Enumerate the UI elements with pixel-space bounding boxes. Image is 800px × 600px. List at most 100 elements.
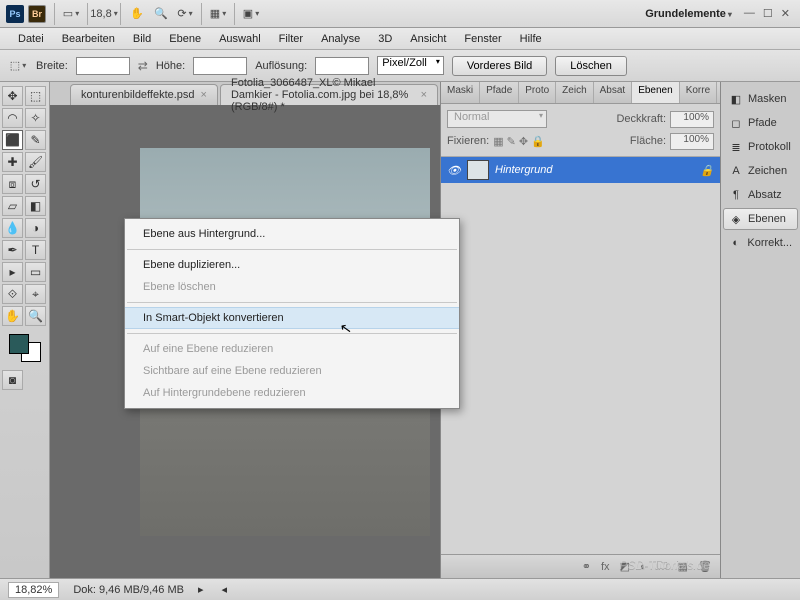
height-input[interactable] [193, 57, 247, 75]
dock-absatz[interactable]: ¶Absatz [723, 184, 798, 206]
lasso-tool-icon[interactable]: ◠ [2, 108, 23, 128]
opacity-input[interactable]: 100% [670, 111, 714, 128]
toolbox: ✥⬚ ◠✧ ⬛✎ ✚🖌 ⧈↺ ▱◧ 💧◑ ✒T ▸▭ ⟐⌖ ✋🔍 ◙ [0, 82, 50, 578]
opacity-label: Deckkraft: [616, 113, 666, 125]
dock-korrekt[interactable]: ◐Korrekt... [723, 232, 798, 254]
link-layers-icon[interactable]: ⚭ [582, 560, 591, 573]
type-tool-icon[interactable]: T [25, 240, 46, 260]
hand-tool-icon[interactable]: ✋ [127, 5, 147, 23]
ctx-hintergrund-reduzieren: Auf Hintergrundebene reduzieren [125, 382, 459, 404]
scroll-left-icon[interactable]: ◂ [222, 583, 228, 596]
panel-tab-ebenen[interactable]: Ebenen [632, 82, 679, 103]
layer-fx-icon[interactable]: fx [601, 561, 610, 573]
dock-label: Korrekt... [747, 237, 792, 249]
panel-tab[interactable]: Proto [519, 82, 556, 103]
rotate-view-icon[interactable]: ⟳ [175, 5, 195, 23]
ctx-smartobjekt-konvertieren[interactable]: In Smart-Objekt konvertieren [125, 307, 459, 329]
marquee-tool-icon[interactable]: ⬚ [25, 86, 46, 106]
gradient-tool-icon[interactable]: ◧ [25, 196, 46, 216]
move-tool-icon[interactable]: ✥ [2, 86, 23, 106]
panel-tab[interactable]: Absat [594, 82, 633, 103]
zoom-level-dropdown[interactable]: 18,8 [94, 5, 114, 23]
status-dropdown-icon[interactable]: ▸ [198, 583, 204, 596]
width-input[interactable] [76, 57, 130, 75]
crop-tool-icon[interactable]: ⬛ [2, 130, 23, 150]
adjustment-layer-icon[interactable]: ◐ [640, 561, 647, 573]
close-icon[interactable]: ✕ [781, 7, 790, 20]
panel-tab[interactable]: Pfade [480, 82, 519, 103]
menu-3d[interactable]: 3D [370, 31, 400, 47]
dock-masken[interactable]: ◧Masken [723, 88, 798, 110]
maximize-icon[interactable]: ☐ [763, 7, 773, 20]
menu-ansicht[interactable]: Ansicht [402, 31, 454, 47]
menu-bearbeiten[interactable]: Bearbeiten [54, 31, 123, 47]
3d-cam-icon[interactable]: ⌖ [25, 284, 46, 304]
crop-tool-preset-icon[interactable]: ⬚ [8, 57, 28, 75]
visibility-icon[interactable]: 👁 [447, 164, 461, 177]
workspace-switcher[interactable]: Grundelemente [637, 8, 740, 20]
menu-bild[interactable]: Bild [125, 31, 159, 47]
stamp-tool-icon[interactable]: ⧈ [2, 174, 23, 194]
panel-tab[interactable]: Zeich [556, 82, 593, 103]
panel-dock: ◧Masken ◻Pfade ≣Protokoll AZeichen ¶Absa… [720, 82, 800, 578]
quickmask-icon[interactable]: ◙ [2, 370, 23, 390]
ctx-ebene-aus-hintergrund[interactable]: Ebene aus Hintergrund... [125, 223, 459, 245]
resolution-input[interactable] [315, 57, 369, 75]
dock-protokoll[interactable]: ≣Protokoll [723, 136, 798, 158]
context-menu: Ebene aus Hintergrund... Ebene duplizier… [124, 218, 460, 409]
tab-close-icon[interactable]: × [201, 89, 207, 101]
path-select-icon[interactable]: ▸ [2, 262, 23, 282]
menu-datei[interactable]: Datei [10, 31, 52, 47]
document-tab[interactable]: Fotolia_3066487_XL© Mikael Damkier - Fot… [220, 84, 438, 105]
clear-button[interactable]: Löschen [555, 56, 627, 76]
eraser-tool-icon[interactable]: ▱ [2, 196, 23, 216]
3d-tool-icon[interactable]: ⟐ [2, 284, 23, 304]
history-brush-icon[interactable]: ↺ [25, 174, 46, 194]
menu-fenster[interactable]: Fenster [456, 31, 509, 47]
screen-mode-dropdown[interactable]: ▣ [241, 5, 261, 23]
layer-name: Hintergrund [495, 164, 552, 176]
blur-tool-icon[interactable]: 💧 [2, 218, 23, 238]
lock-icons[interactable]: ▦ ✎ ✥ 🔒 [493, 135, 545, 148]
color-swatches[interactable] [9, 334, 41, 362]
blend-mode-select[interactable]: Normal [447, 110, 547, 128]
pen-tool-icon[interactable]: ✒ [2, 240, 23, 260]
fill-input[interactable]: 100% [670, 133, 714, 150]
layer-row[interactable]: 👁 Hintergrund 🔒 [441, 157, 720, 183]
dock-pfade[interactable]: ◻Pfade [723, 112, 798, 134]
front-image-button[interactable]: Vorderes Bild [452, 56, 547, 76]
heal-tool-icon[interactable]: ✚ [2, 152, 23, 172]
document-tab[interactable]: konturenbildeffekte.psd× [70, 84, 218, 105]
menu-filter[interactable]: Filter [271, 31, 311, 47]
menu-ebene[interactable]: Ebene [161, 31, 209, 47]
new-layer-icon[interactable]: ▦ [678, 560, 688, 573]
layer-mask-icon[interactable]: ◩ [620, 560, 630, 573]
menu-analyse[interactable]: Analyse [313, 31, 368, 47]
minimize-icon[interactable]: — [744, 7, 755, 20]
zoom-tool-icon[interactable]: 🔍 [151, 5, 171, 23]
layer-group-icon[interactable]: 🗀 [657, 557, 668, 576]
menu-hilfe[interactable]: Hilfe [512, 31, 550, 47]
arrange-docs-dropdown[interactable]: ▦ [208, 5, 228, 23]
zoom-tool2-icon[interactable]: 🔍 [25, 306, 46, 326]
zoom-field[interactable]: 18,82% [8, 582, 59, 598]
panel-tab[interactable]: Korre [680, 82, 717, 103]
panel-tab[interactable]: Maski [441, 82, 480, 103]
eyedropper-tool-icon[interactable]: ✎ [25, 130, 46, 150]
delete-layer-icon[interactable]: 🗑 [698, 560, 712, 573]
hand-tool2-icon[interactable]: ✋ [2, 306, 23, 326]
dock-ebenen[interactable]: ◈Ebenen [723, 208, 798, 230]
view-mode-dropdown[interactable]: ▭ [61, 5, 81, 23]
layer-thumbnail[interactable] [467, 160, 489, 180]
ctx-ebene-duplizieren[interactable]: Ebene duplizieren... [125, 254, 459, 276]
dock-zeichen[interactable]: AZeichen [723, 160, 798, 182]
dodge-tool-icon[interactable]: ◑ [25, 218, 46, 238]
wand-tool-icon[interactable]: ✧ [25, 108, 46, 128]
shape-tool-icon[interactable]: ▭ [25, 262, 46, 282]
tab-close-icon[interactable]: × [421, 89, 427, 101]
brush-tool-icon[interactable]: 🖌 [25, 152, 46, 172]
units-select[interactable]: Pixel/Zoll [377, 56, 444, 75]
swap-dims-icon[interactable]: ⇄ [138, 59, 148, 73]
menu-auswahl[interactable]: Auswahl [211, 31, 269, 47]
bridge-app-icon[interactable]: Br [28, 5, 46, 23]
